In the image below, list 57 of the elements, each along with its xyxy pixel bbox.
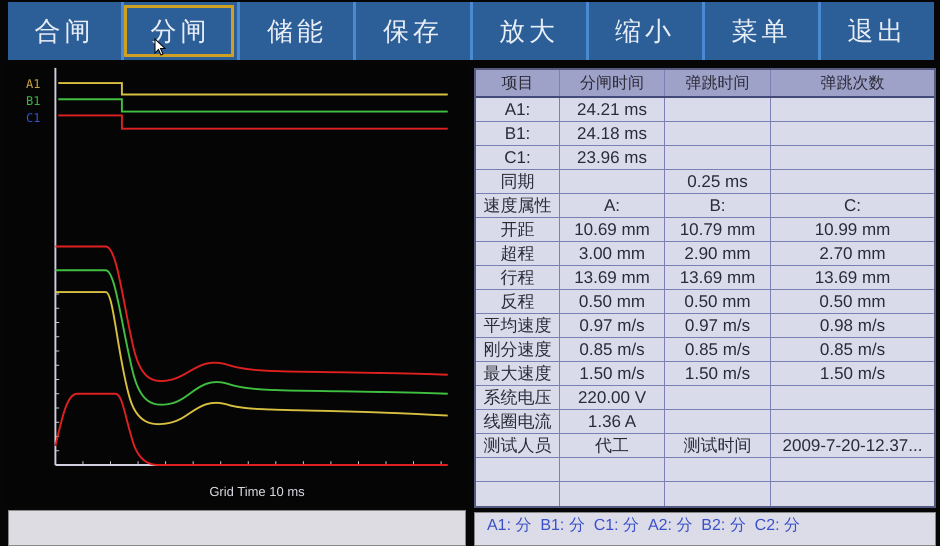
- table-cell: 3.00 mm: [560, 242, 665, 265]
- table-cell: 测试人员: [476, 434, 560, 457]
- table-cell: 系统电压: [476, 386, 560, 409]
- table-cell-text: 2.70 mm: [818, 242, 887, 264]
- table-cell-text: C:: [843, 194, 862, 216]
- table-cell: 最大速度: [476, 362, 560, 385]
- channel-label: C1: [26, 110, 40, 127]
- table-cell: 线圈电流: [476, 410, 560, 433]
- table-cell: 1.36 A: [560, 410, 665, 433]
- channel-label: A1: [26, 76, 40, 93]
- column-header: 项目: [476, 70, 560, 96]
- table-cell: 0.85 m/s: [665, 338, 771, 361]
- table-cell: 测试时间: [665, 434, 771, 457]
- channel-label: B1: [26, 93, 40, 110]
- table-cell: 同期: [476, 170, 560, 193]
- table-cell: 24.18 ms: [560, 122, 665, 145]
- table-cell-text: 1.50 m/s: [818, 362, 886, 384]
- table-cell: A:: [560, 194, 665, 217]
- table-cell: 速度属性: [476, 194, 560, 217]
- table-cell: 23.96 ms: [560, 146, 665, 169]
- table-cell: 0.50 mm: [560, 290, 665, 313]
- table-cell-text: 13.69 mm: [814, 266, 892, 288]
- table-cell: 超程: [476, 242, 560, 265]
- table-cell: 0.97 m/s: [560, 314, 665, 337]
- table-cell: 开距: [476, 218, 560, 241]
- table-cell: B1:: [476, 122, 560, 145]
- table-cell: 反程: [476, 290, 560, 313]
- table-cell: 10.69 mm: [560, 218, 665, 241]
- table-cell: 10.79 mm: [665, 218, 771, 241]
- table-cell-text: 0.85 m/s: [818, 338, 886, 360]
- table-cell: 2.90 mm: [665, 242, 771, 265]
- switch-status-text: A1: 分 B1: 分 C1: 分 A2: 分 B2: 分 C2: 分: [487, 517, 800, 534]
- table-cell: 平均速度: [476, 314, 560, 337]
- table-cell: 0.85 m/s: [560, 338, 665, 361]
- column-header: 弹跳时间: [665, 70, 771, 96]
- table-cell: 代工: [560, 434, 665, 457]
- table-cell: 刚分速度: [476, 338, 560, 361]
- table-cell: C1:: [476, 146, 560, 169]
- table-cell: B:: [665, 194, 771, 217]
- table-cell-text: 2009-7-20-12.37...: [782, 434, 924, 456]
- table-cell: 13.69 mm: [665, 266, 771, 289]
- table-cell: 行程: [476, 266, 560, 289]
- table-cell: 1.50 m/s: [665, 362, 771, 385]
- table-cell: 24.21 ms: [560, 98, 665, 121]
- table-cell: 1.50 m/s: [560, 362, 665, 385]
- table-cell: A1:: [476, 98, 560, 121]
- table-cell: 0.25 ms: [665, 170, 771, 193]
- table-cell-text: 10.99 mm: [814, 218, 892, 240]
- grid-time-label: Grid Time 10 ms: [209, 484, 305, 499]
- column-header: 弹跳次数: [820, 72, 886, 94]
- column-header: 分闸时间: [560, 70, 665, 96]
- table-cell-text: 0.50 mm: [818, 290, 887, 312]
- table-cell-text: 0.98 m/s: [818, 314, 886, 336]
- table-cell: 220.00 V: [560, 386, 665, 409]
- table-cell: 0.97 m/s: [665, 314, 771, 337]
- table-cell: 13.69 mm: [560, 266, 665, 289]
- table-cell: 0.50 mm: [665, 290, 771, 313]
